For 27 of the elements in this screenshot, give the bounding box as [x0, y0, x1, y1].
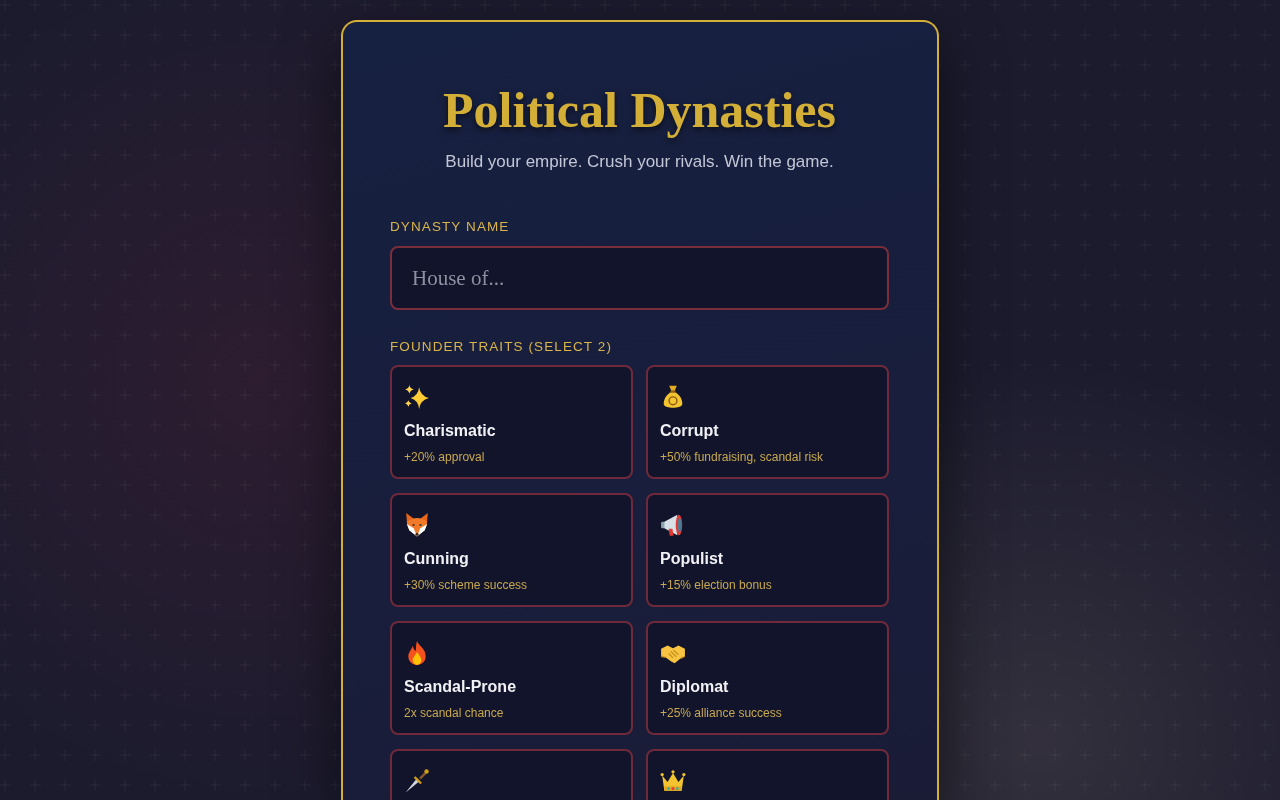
trait-card[interactable]: Corrupt +50% fundraising, scandal risk: [646, 365, 889, 479]
trait-card[interactable]: Scandal-Prone 2x scandal chance: [390, 621, 633, 735]
app-title: Political Dynasties: [443, 82, 836, 138]
fox-icon: [404, 512, 430, 538]
trait-card[interactable]: Populist +15% election bonus: [646, 493, 889, 607]
trait-card[interactable]: Charismatic +20% approval: [390, 365, 633, 479]
trait-name: Corrupt: [660, 421, 719, 441]
trait-name: Scandal-Prone: [404, 677, 517, 697]
field-label: DYNASTY NAME: [390, 218, 510, 236]
crown-icon: [660, 768, 686, 794]
sparkles-icon: [404, 384, 430, 410]
name-input[interactable]: House of...: [390, 246, 889, 310]
trait-effect: +15% election bonus: [660, 577, 772, 593]
trait-name: Charismatic: [404, 421, 496, 441]
trait-card[interactable]: Diplomat +25% alliance success: [646, 621, 889, 735]
trait-name: Cunning: [404, 549, 469, 569]
trait-effect: +20% approval: [404, 449, 485, 465]
trait-effect: +50% fundraising, scandal risk: [660, 449, 824, 465]
dagger-icon: [404, 768, 430, 794]
trait-name: Populist: [660, 549, 724, 569]
trait-name: Diplomat: [660, 677, 729, 697]
tagline: Build your empire. Crush your rivals. Win the game.: [445, 151, 834, 173]
trait-effect: 2x scandal chance: [404, 705, 504, 721]
field-label: FOUNDER TRAITS (SELECT 2): [390, 338, 613, 356]
trait-card[interactable]: Cunning +30% scheme success: [390, 493, 633, 607]
trait-effect: +25% alliance success: [660, 705, 782, 721]
trait-effect: +30% scheme success: [404, 577, 528, 593]
